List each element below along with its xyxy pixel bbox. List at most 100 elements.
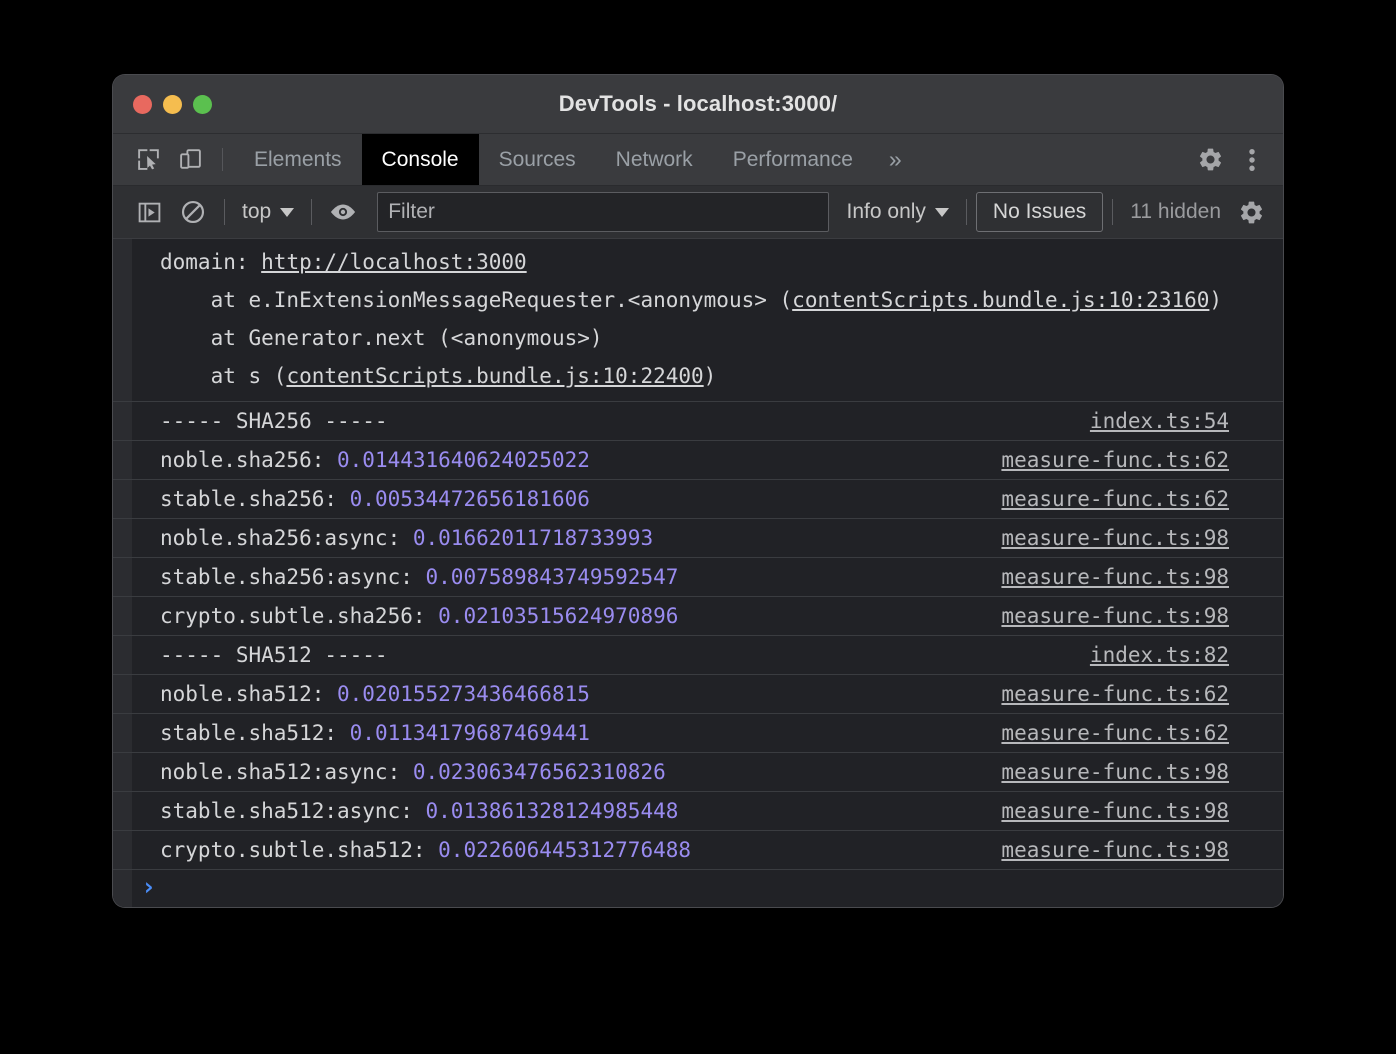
devtools-tab-bar: Elements Console Sources Network Perform… <box>113 134 1283 186</box>
clear-console-icon[interactable] <box>171 193 215 231</box>
stack-line2-suffix: ) <box>1209 288 1223 312</box>
message-gutter <box>113 239 132 401</box>
window-title: DevTools - localhost:3000/ <box>558 91 838 116</box>
log-message-label: ----- SHA256 ----- <box>160 409 388 433</box>
log-message-text: stable.sha512: 0.01134179687469441 <box>132 714 1001 752</box>
console-log-row: noble.sha512:async: 0.023063476562310826… <box>113 753 1283 792</box>
minimize-window-button[interactable] <box>163 94 182 114</box>
log-source-link[interactable]: measure-func.ts:98 <box>1001 792 1283 830</box>
tab-sources[interactable]: Sources <box>479 134 596 185</box>
log-message-label: noble.sha512:async: <box>160 760 413 784</box>
gear-icon[interactable] <box>1189 146 1231 173</box>
stack-line4-link[interactable]: contentScripts.bundle.js:10:22400 <box>286 364 703 388</box>
log-message-label: stable.sha512: <box>160 721 350 745</box>
tab-bar-divider <box>222 148 223 171</box>
stack-domain-link[interactable]: http://localhost:3000 <box>261 250 527 274</box>
filter-input[interactable] <box>377 192 829 232</box>
log-source-link[interactable]: measure-func.ts:62 <box>1001 441 1283 479</box>
log-message-label: stable.sha512:async: <box>160 799 426 823</box>
message-gutter <box>113 636 132 674</box>
execution-context-label: top <box>242 200 272 223</box>
console-sidebar-toggle-icon[interactable] <box>127 193 171 231</box>
log-message-text: noble.sha512:async: 0.023063476562310826 <box>132 753 1001 791</box>
console-log-row: ----- SHA512 ----- index.ts:82 <box>113 636 1283 675</box>
log-message-value: 0.020155273436466815 <box>337 682 590 706</box>
log-message-label: crypto.subtle.sha512: <box>160 838 439 862</box>
log-message-value: 0.013861328124985448 <box>425 799 679 823</box>
live-expression-eye-icon[interactable] <box>321 193 365 231</box>
log-source-link[interactable]: measure-func.ts:98 <box>1001 831 1283 869</box>
tab-performance[interactable]: Performance <box>713 134 873 185</box>
log-message-value: 0.00534472656181606 <box>349 487 590 511</box>
kebab-menu-icon[interactable] <box>1231 147 1273 173</box>
log-level-selector[interactable]: Info only <box>839 200 957 224</box>
console-prompt-row[interactable]: › <box>113 870 1283 907</box>
close-window-button[interactable] <box>133 94 152 114</box>
message-gutter <box>113 597 132 635</box>
execution-context-selector[interactable]: top <box>234 200 302 224</box>
log-message-text: noble.sha256: 0.014431640624025022 <box>132 441 1001 479</box>
log-source-link[interactable]: measure-func.ts:62 <box>1001 714 1283 752</box>
console-log-row: stable.sha256: 0.00534472656181606 measur… <box>113 480 1283 519</box>
console-prompt-input[interactable] <box>156 870 1283 906</box>
console-log-row: stable.sha512:async: 0.01386132812498544… <box>113 792 1283 831</box>
message-gutter <box>113 675 132 713</box>
stack-trace-text: domain: http://localhost:3000 at e.InExt… <box>132 239 1283 401</box>
tab-console[interactable]: Console <box>361 134 479 185</box>
log-source-link[interactable]: index.ts:82 <box>1090 636 1283 674</box>
tab-network[interactable]: Network <box>596 134 713 185</box>
log-source-link[interactable]: measure-func.ts:98 <box>1001 519 1283 557</box>
log-message-value: 0.007589843749592547 <box>425 565 679 589</box>
chevron-down-icon <box>934 207 949 217</box>
log-message-label: crypto.subtle.sha256: <box>160 604 439 628</box>
toolbar-divider-4 <box>1112 199 1114 225</box>
console-log-row: noble.sha256:async: 0.01662011718733993 m… <box>113 519 1283 558</box>
log-message-value: 0.01662011718733993 <box>412 526 654 550</box>
message-gutter <box>113 402 132 440</box>
maximize-window-button[interactable] <box>193 94 212 114</box>
tab-overflow-chevron-icon[interactable]: » <box>873 134 918 185</box>
message-gutter <box>113 519 132 557</box>
tab-elements[interactable]: Elements <box>234 134 362 185</box>
console-settings-gear-icon[interactable] <box>1229 193 1273 231</box>
log-message-value: 0.023063476562310826 <box>412 760 666 784</box>
traffic-lights <box>113 94 212 114</box>
log-message-text: crypto.subtle.sha256: 0.0210351562497089… <box>132 597 1001 635</box>
console-log-row: noble.sha256: 0.014431640624025022 measur… <box>113 441 1283 480</box>
console-log-row: stable.sha512: 0.01134179687469441 measur… <box>113 714 1283 753</box>
message-gutter <box>113 831 132 869</box>
inspect-element-icon[interactable] <box>127 134 169 185</box>
prompt-gutter <box>113 870 132 907</box>
prompt-chevron-icon: › <box>141 872 157 901</box>
log-source-link[interactable]: measure-func.ts:98 <box>1001 597 1283 635</box>
no-issues-button[interactable]: No Issues <box>975 192 1104 232</box>
log-message-text: ----- SHA512 ----- <box>132 636 1090 674</box>
log-message-label: ----- SHA512 ----- <box>160 643 388 667</box>
stack-line2-link[interactable]: contentScripts.bundle.js:10:23160 <box>792 288 1209 312</box>
log-source-link[interactable]: measure-func.ts:98 <box>1001 753 1283 791</box>
log-message-label: stable.sha256:async: <box>160 565 426 589</box>
log-message-label: noble.sha256:async: <box>160 526 413 550</box>
log-message-text: stable.sha256: 0.00534472656181606 <box>132 480 1001 518</box>
chevron-down-icon <box>280 207 295 217</box>
log-message-value: 0.02103515624970896 <box>438 604 679 628</box>
log-message-text: stable.sha512:async: 0.01386132812498544… <box>132 792 1001 830</box>
stack-line3: at Generator.next (<anonymous>) <box>160 326 603 350</box>
stack-line2-prefix: at e.InExtensionMessageRequester.<anonym… <box>160 288 793 312</box>
log-message-text: crypto.subtle.sha512: 0.0226064453127764… <box>132 831 1001 869</box>
toolbar-divider-2 <box>311 199 313 225</box>
log-source-link[interactable]: measure-func.ts:62 <box>1001 675 1283 713</box>
log-source-link[interactable]: index.ts:54 <box>1090 402 1283 440</box>
hidden-messages-count: 11 hidden <box>1130 200 1221 223</box>
console-log-row: noble.sha512: 0.020155273436466815 measur… <box>113 675 1283 714</box>
device-toolbar-icon[interactable] <box>169 134 211 185</box>
log-source-link[interactable]: measure-func.ts:98 <box>1001 558 1283 596</box>
log-source-link[interactable]: measure-func.ts:62 <box>1001 480 1283 518</box>
console-log-rows: ----- SHA256 ----- index.ts:54 noble.sha25… <box>113 402 1283 870</box>
log-message-text: noble.sha256:async: 0.01662011718733993 <box>132 519 1001 557</box>
console-log-row: crypto.subtle.sha256: 0.0210351562497089… <box>113 597 1283 636</box>
console-log-row: stable.sha256:async: 0.00758984374959254… <box>113 558 1283 597</box>
message-gutter <box>113 441 132 479</box>
log-message-value: 0.01134179687469441 <box>349 721 590 745</box>
log-message-value: 0.022606445312776488 <box>438 838 692 862</box>
